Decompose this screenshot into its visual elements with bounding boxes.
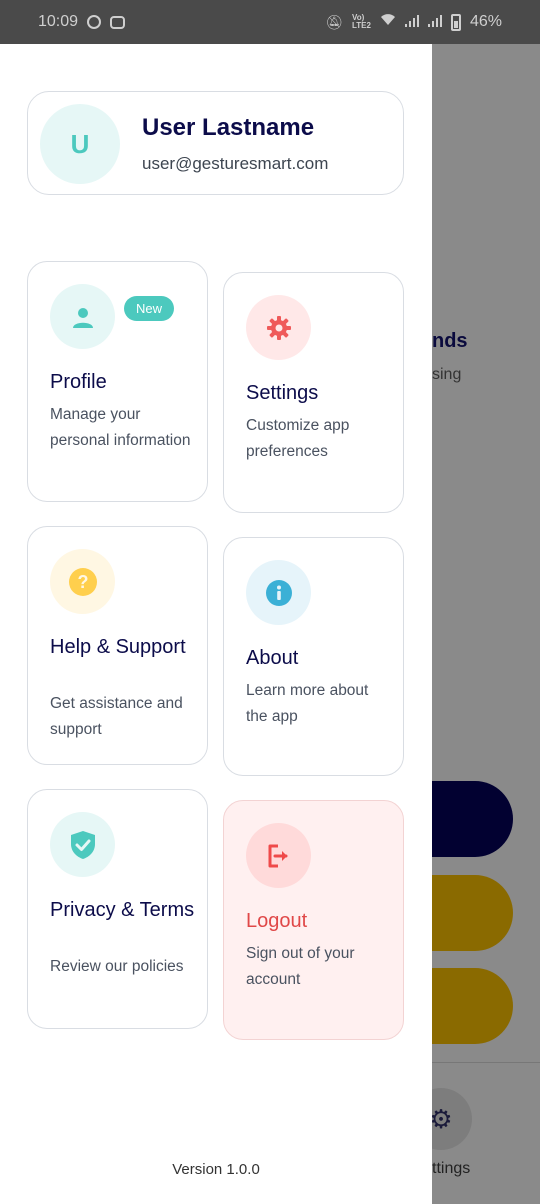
background-nav-label: ttings [432, 1160, 471, 1177]
tile-description: Review our policies [50, 958, 184, 975]
battery-percent: 46% [469, 13, 502, 30]
shield-check-icon [50, 812, 115, 877]
background-subtext-fragment: sing [432, 366, 462, 383]
menu-tile-privacy-terms[interactable]: Privacy & Terms Review our policies [27, 789, 208, 1029]
navigation-drawer: U User Lastname user@gesturesmart.com Ne… [0, 44, 432, 1204]
person-icon [50, 284, 115, 349]
new-badge: New [124, 296, 174, 321]
whatsapp-icon [87, 15, 102, 29]
game-icon [110, 15, 126, 29]
menu-tile-about[interactable]: About Learn more about the app [223, 537, 404, 776]
logout-icon [246, 823, 311, 888]
menu-tile-logout[interactable]: Logout Sign out of your account [223, 800, 404, 1040]
svg-text:?: ? [77, 572, 88, 592]
signal-icon [404, 14, 419, 30]
info-icon [246, 560, 311, 625]
tile-description: Manage your personal information [50, 406, 191, 449]
user-profile-card[interactable]: U User Lastname user@gesturesmart.com [27, 91, 404, 195]
tile-description: Customize app preferences [246, 417, 350, 460]
volte-icon: Vo) LTE2 [352, 13, 371, 30]
menu-tile-help-support[interactable]: ? Help & Support Get assistance and supp… [27, 526, 208, 765]
user-name: User Lastname [142, 114, 315, 141]
app-version: Version 1.0.0 [172, 1161, 260, 1178]
tile-title: Help & Support [50, 636, 186, 658]
background-heading-fragment: nds [432, 330, 468, 352]
tile-title: About [246, 647, 299, 669]
tile-title: Profile [50, 371, 107, 393]
tile-description: Learn more about the app [246, 682, 369, 725]
tile-description: Sign out of your account [246, 945, 355, 988]
wifi-icon [380, 13, 396, 31]
battery-icon [450, 13, 461, 31]
status-bar: 10:09 🔕︎ Vo) LTE2 46% [0, 0, 540, 44]
background-nav-divider [432, 1062, 540, 1063]
tile-title: Logout [246, 910, 308, 932]
signal-icon [427, 14, 442, 30]
gear-icon [246, 295, 311, 360]
tile-title: Privacy & Terms [50, 899, 195, 921]
avatar: U [40, 104, 120, 184]
question-icon: ? [50, 549, 115, 614]
user-email: user@gesturesmart.com [142, 154, 329, 173]
tile-title: Settings [246, 382, 319, 404]
status-time: 10:09 [38, 13, 79, 30]
tile-description: Get assistance and support [50, 695, 183, 738]
mute-icon: 🔕︎ [325, 13, 343, 30]
menu-tile-settings[interactable]: Settings Customize app preferences [223, 272, 404, 513]
menu-tile-profile[interactable]: New Profile Manage your personal informa… [27, 261, 208, 502]
